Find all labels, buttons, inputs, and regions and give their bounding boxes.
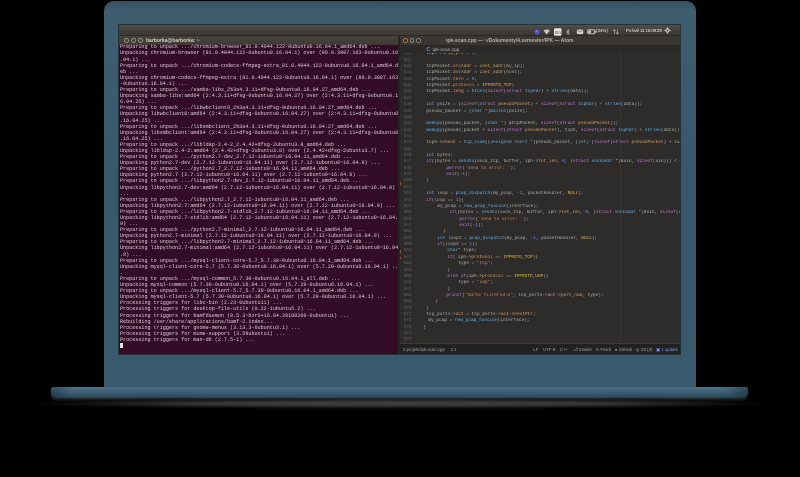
svg-text:En: En: [555, 29, 561, 34]
